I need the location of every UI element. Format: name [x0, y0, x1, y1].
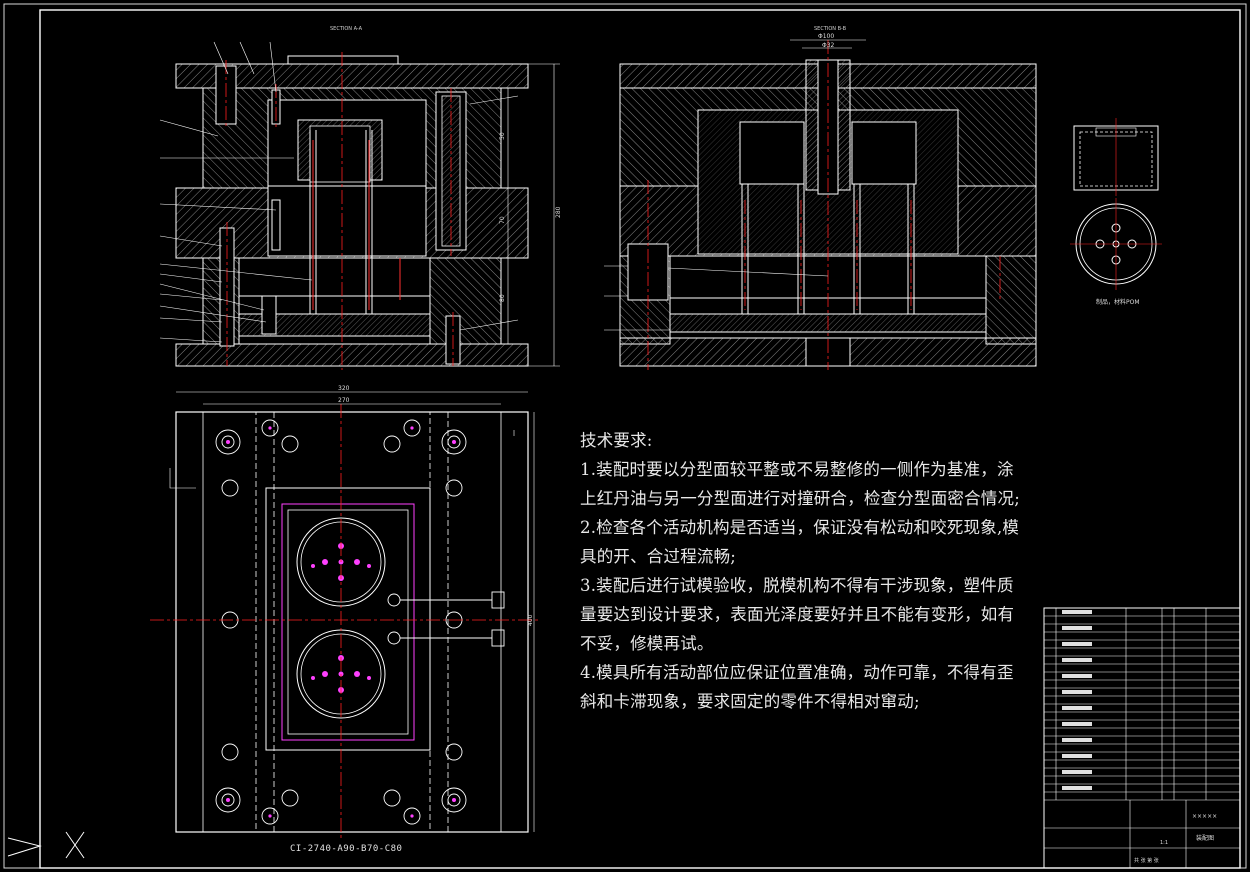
- bom-row-text: [1062, 674, 1092, 678]
- dim-height-b: 70: [499, 216, 506, 224]
- bom-row-text: [1062, 786, 1092, 790]
- part-view-label: 制品，材料POM: [1096, 298, 1140, 306]
- title-block-scale: 1:1: [1160, 840, 1168, 846]
- dim-width-inner: 270: [338, 397, 350, 404]
- title-block-sheet: 共 张 第 张: [1134, 857, 1159, 864]
- technical-requirements: 技术要求: 1.装配时要以分型面较平整或不易整修的一侧作为基准，涂上红丹油与另一…: [580, 426, 1030, 716]
- requirement-item: 1.装配时要以分型面较平整或不易整修的一侧作为基准，涂上红丹油与另一分型面进行对…: [580, 460, 1020, 508]
- dim-length: 400: [527, 614, 534, 626]
- bom-row-text: [1062, 690, 1092, 694]
- bom-row-text: [1062, 754, 1092, 758]
- dim-diameter-top: Φ100: [818, 33, 834, 40]
- title-block-title: 装配图: [1196, 834, 1214, 842]
- section-a-view: SECTION A-A 280 50 70 80: [159, 26, 562, 370]
- plan-view: 320 270 400: [150, 385, 540, 840]
- requirement-item: 4.模具所有活动部位应保证位置准确，动作可靠，不得有歪斜和卡滞现象，要求固定的零…: [580, 663, 1014, 711]
- requirement-item: 3.装配后进行试模验收，脱模机构不得有干涉现象，塑件质量要达到设计要求，表面光泽…: [580, 576, 1015, 653]
- bom-row-text: [1062, 610, 1092, 614]
- title-block: ××××× 装配图 1:1 共 张 第 张: [1043, 607, 1241, 869]
- section-a-label: SECTION A-A: [330, 26, 363, 32]
- dim-height-total: 280: [555, 206, 562, 218]
- dim-width-outer: 320: [338, 385, 350, 392]
- section-b-view: SECTION B-B Φ100 Φ32: [604, 26, 1037, 370]
- bom-row-text: [1062, 658, 1092, 662]
- bom-row-text: [1062, 642, 1092, 646]
- dim-height-c: 80: [499, 294, 506, 302]
- bom-row-text: [1062, 770, 1092, 774]
- dim-diameter-inner: Φ32: [822, 42, 835, 49]
- requirements-heading: 技术要求:: [580, 431, 653, 450]
- orientation-arrow: [7, 831, 85, 859]
- dim-height-a: 50: [499, 132, 506, 140]
- drawing-number: CI-2740-A90-B70-C80: [290, 844, 403, 854]
- bom-row-text: [1062, 706, 1092, 710]
- requirement-item: 2.检查各个活动机构是否适当，保证没有松动和咬死现象,模具的开、合过程流畅;: [580, 518, 1020, 566]
- title-block-company: ×××××: [1192, 813, 1217, 820]
- section-b-label: SECTION B-B: [814, 26, 847, 32]
- part-view: 制品，材料POM: [1070, 118, 1162, 306]
- bom-row-text: [1062, 722, 1092, 726]
- bom-row-text: [1062, 738, 1092, 742]
- bom-row-text: [1062, 626, 1092, 630]
